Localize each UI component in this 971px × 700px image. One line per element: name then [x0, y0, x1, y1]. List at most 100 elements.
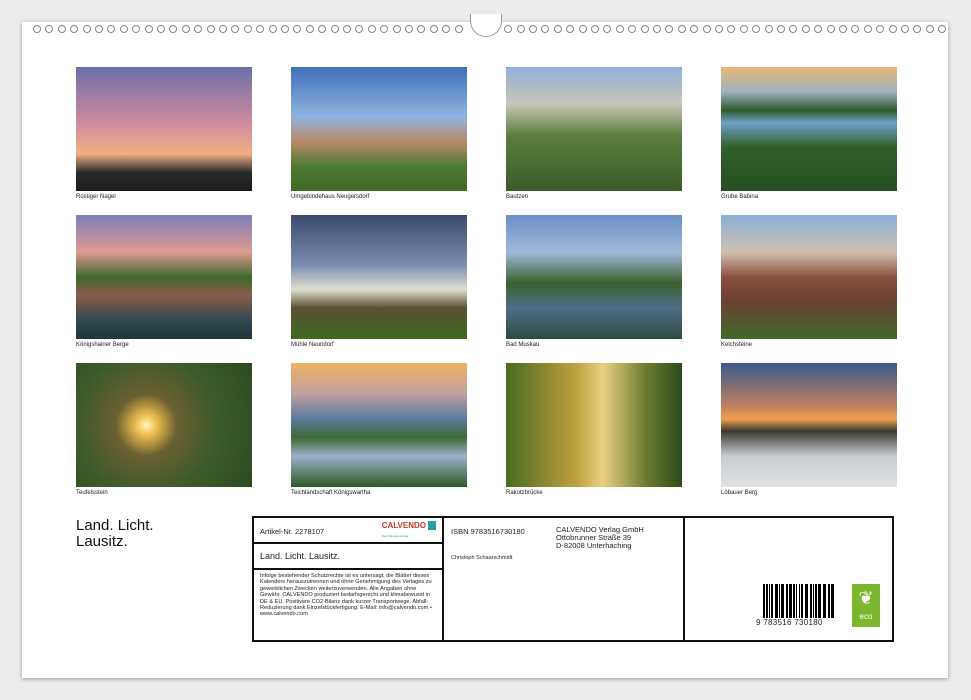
month-photo: [291, 363, 467, 487]
barcode-bar: [815, 584, 817, 618]
binding-ring: [678, 25, 686, 33]
publisher-address: CALVENDO Verlag GmbH Ottobrunner Straße …: [556, 526, 644, 550]
photo-caption: Grube Babina: [721, 194, 758, 200]
binding-ring: [145, 25, 153, 33]
binding-ring: [95, 25, 103, 33]
binding-ring: [765, 25, 773, 33]
photo-caption: Mühle Neundorf: [291, 342, 334, 348]
article-number: Artikel-Nr. 2278107: [260, 527, 324, 536]
barcode-bar: [828, 584, 830, 618]
barcode-bar: [801, 584, 803, 618]
month-photo: [721, 363, 897, 487]
barcode-bar: [818, 584, 821, 618]
photo-caption: Königshainer Berge: [76, 342, 129, 348]
photo-caption: Löbauer Berg: [721, 490, 757, 496]
binding-ring: [393, 25, 401, 33]
binding-ring: [182, 25, 190, 33]
barcode-bar: [793, 584, 795, 618]
binding-ring: [554, 25, 562, 33]
binding-ring: [281, 25, 289, 33]
barcode: [763, 584, 833, 618]
barcode-bar: [786, 584, 788, 618]
isbn: ISBN 9783516730180: [451, 527, 525, 536]
month-photo: [76, 215, 252, 339]
binding-ring: [306, 25, 314, 33]
binding-ring: [777, 25, 785, 33]
binding-ring: [58, 25, 66, 33]
publisher-cell: ISBN 9783516730180 Christoph Schaarschmi…: [444, 518, 685, 642]
binding-ring: [430, 25, 438, 33]
photo-caption: Teichlandschaft Königswartha: [291, 490, 370, 496]
barcode-bar: [810, 584, 812, 618]
binding-ring: [926, 25, 934, 33]
binding-ring: [405, 25, 413, 33]
barcode-bar: [763, 584, 765, 618]
binding-ring: [827, 25, 835, 33]
binding-ring: [529, 25, 537, 33]
info-box: Artikel-Nr. 2278107 CALVENDODas Kalender…: [252, 516, 894, 642]
barcode-bar: [805, 584, 808, 618]
binding-ring: [517, 25, 525, 33]
barcode-bar: [781, 584, 784, 618]
binding-ring: [591, 25, 599, 33]
photo-caption: Teufelsstein: [76, 490, 108, 496]
legal-text: Infolge bestehender Schutzrechte ist es …: [254, 570, 444, 642]
binding-ring: [839, 25, 847, 33]
photo-caption: Bautzen: [506, 194, 528, 200]
binding-ring: [120, 25, 128, 33]
binding-ring: [889, 25, 897, 33]
binding-ring: [157, 25, 165, 33]
month-photo: [76, 67, 252, 191]
article-cell: Artikel-Nr. 2278107 CALVENDODas Kalender…: [254, 518, 444, 544]
binding-ring: [901, 25, 909, 33]
barcode-bar: [796, 584, 797, 618]
barcode-bar: [789, 584, 792, 618]
barcode-cell: 9 783516 730180 ❦ eco: [685, 518, 894, 642]
title-line-2: Lausitz.: [76, 534, 154, 550]
binding-ring: [715, 25, 723, 33]
binding-ring: [653, 25, 661, 33]
barcode-bar: [831, 584, 834, 618]
month-photo: [291, 215, 467, 339]
binding-ring: [244, 25, 252, 33]
binding-ring: [579, 25, 587, 33]
photo-caption: Kelchsteine: [721, 342, 752, 348]
barcode-digits: 9 783516 730180: [756, 618, 823, 627]
month-photo: [721, 215, 897, 339]
title-cell: Land. Licht. Lausitz.: [254, 544, 444, 570]
binding-ring: [331, 25, 339, 33]
photo-caption: Rostiger Nagel: [76, 194, 116, 200]
binding-ring: [703, 25, 711, 33]
binding-ring: [802, 25, 810, 33]
barcode-bar: [769, 584, 770, 618]
binding-ring: [740, 25, 748, 33]
eco-label: eco: [852, 612, 880, 621]
binding-ring: [83, 25, 91, 33]
binding-ring: [641, 25, 649, 33]
binding-ring: [455, 25, 463, 33]
month-photo: [506, 67, 682, 191]
barcode-bar: [813, 584, 814, 618]
month-photo: [76, 363, 252, 487]
barcode-bar: [775, 584, 778, 618]
binding-ring: [864, 25, 872, 33]
binding-ring: [219, 25, 227, 33]
binding-ring: [269, 25, 277, 33]
barcode-bar: [766, 584, 768, 618]
month-photo: [506, 363, 682, 487]
calendar-title: Land. Licht. Lausitz.: [76, 518, 154, 550]
binding-ring: [343, 25, 351, 33]
binding-ring: [207, 25, 215, 33]
photo-caption: Rakotzbrücke: [506, 490, 543, 496]
month-photo: [291, 67, 467, 191]
barcode-bar: [799, 584, 800, 618]
title-line-1: Land. Licht.: [76, 518, 154, 534]
month-photo: [506, 215, 682, 339]
barcode-bar: [823, 584, 826, 618]
address-line: D-82008 Unterhaching: [556, 542, 644, 550]
binding-ring: [616, 25, 624, 33]
barcode-bar: [771, 584, 773, 618]
binding-ring: [33, 25, 41, 33]
month-photo: [721, 67, 897, 191]
binding-ring: [368, 25, 376, 33]
